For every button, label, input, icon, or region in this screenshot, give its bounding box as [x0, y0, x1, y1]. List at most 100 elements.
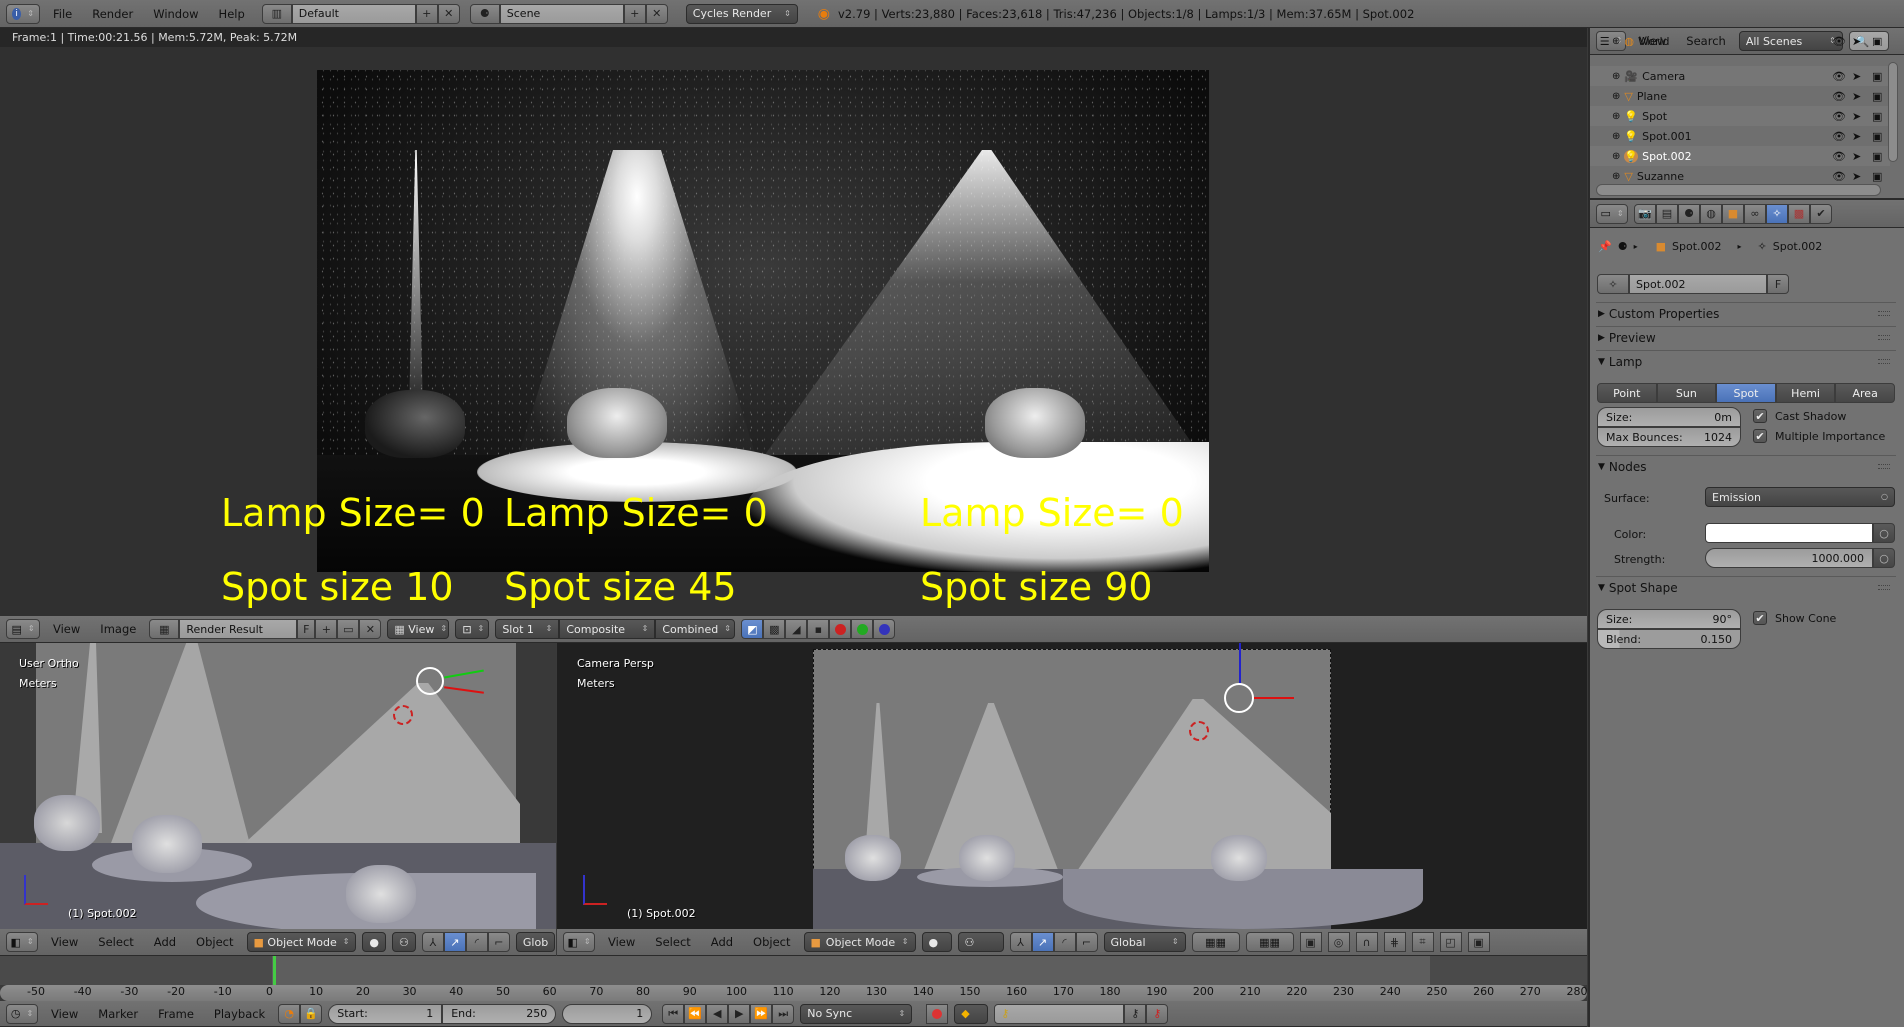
editor-type-info-button[interactable]: i ⇕	[6, 3, 40, 24]
slot-select[interactable]: Slot 1 ⇕	[495, 619, 560, 639]
panel-grip-icon[interactable]	[1878, 585, 1890, 590]
scene-field[interactable]: Scene	[499, 3, 624, 24]
expand-icon[interactable]: ⊕	[1612, 171, 1620, 182]
lamp-gizmo-left[interactable]	[416, 667, 444, 695]
lamp-gizmo-right[interactable]	[1224, 683, 1254, 713]
menu-help[interactable]: Help	[212, 7, 252, 21]
selectability-cursor-icon[interactable]: ➤	[1852, 150, 1861, 163]
open-image-button[interactable]: ▭	[337, 619, 360, 639]
selectability-cursor-icon[interactable]: ➤	[1852, 36, 1861, 46]
add-scene-button[interactable]: +	[623, 3, 646, 24]
outliner-item[interactable]: ⊕ 💡 Spot.001 👁 ➤ ▣	[1590, 126, 1890, 146]
jump-prev-keyframe-button[interactable]: ⏪	[684, 1003, 707, 1024]
tab-lamp-data[interactable]: ✧	[1766, 203, 1788, 224]
mode-select-right[interactable]: ■ Object Mode ⇕	[803, 932, 916, 952]
jump-end-button[interactable]: ⏭	[772, 1003, 795, 1024]
sync-mode-select[interactable]: No Sync ⇕	[800, 1003, 913, 1024]
image-name-field[interactable]: Render Result	[179, 619, 298, 639]
viewport-right[interactable]: Camera Persp Meters (1) Spot.002	[557, 643, 1587, 929]
menu-marker[interactable]: Marker	[91, 1007, 145, 1021]
menu-view-left[interactable]: View	[44, 935, 85, 949]
panel-nodes[interactable]: ▼ Nodes	[1596, 455, 1896, 477]
selectability-cursor-icon[interactable]: ➤	[1852, 70, 1861, 83]
strength-socket-button[interactable]: ○	[1873, 548, 1895, 568]
pivot-select-right[interactable]: ⚇	[957, 932, 1004, 952]
visibility-eye-icon[interactable]: 👁	[1832, 130, 1846, 143]
snap-target-icon[interactable]: ⌗	[1411, 932, 1434, 952]
render-layer-select[interactable]: Composite ⇕	[559, 619, 656, 639]
strength-field[interactable]: 1000.000	[1705, 548, 1873, 568]
layers-grid-1[interactable]: ▦▦	[1191, 932, 1240, 952]
manipulator-toggle-left[interactable]: ⅄	[421, 932, 444, 952]
layers-grid-2[interactable]: ▦▦	[1245, 932, 1294, 952]
selectability-cursor-icon[interactable]: ➤	[1852, 90, 1861, 103]
visibility-eye-icon[interactable]: 👁	[1832, 70, 1846, 83]
outliner-scrollbar-h[interactable]	[1596, 184, 1881, 196]
menu-object-right[interactable]: Object	[746, 935, 797, 949]
screen-layout-icon[interactable]: ▥	[261, 3, 292, 24]
lock-layers-icon[interactable]: ▣	[1299, 932, 1322, 952]
shading-select-right[interactable]: ●	[921, 932, 952, 952]
menu-select-left[interactable]: Select	[91, 935, 140, 949]
shading-select-left[interactable]: ●	[362, 932, 387, 952]
outliner-item[interactable]: ⊕ ▽ Suzanne 👁 ➤ ▣	[1590, 166, 1890, 186]
3d-cursor-left[interactable]	[393, 705, 413, 725]
play-button[interactable]: ▶	[728, 1003, 751, 1024]
keying-mode-select[interactable]: ◆	[954, 1003, 989, 1024]
tab-object[interactable]: ■	[1722, 203, 1744, 224]
editor-type-properties-button[interactable]: ▭ ⇕	[1596, 203, 1628, 224]
rotate-manipulator-left[interactable]: ◜	[465, 932, 488, 952]
panel-preview[interactable]: ▶ Preview	[1596, 326, 1896, 348]
spot-size-field[interactable]: Size: 90°	[1597, 609, 1741, 629]
blue-channel-button[interactable]	[873, 619, 896, 639]
tab-render-layers[interactable]: ▤	[1656, 203, 1678, 224]
timeline-area[interactable]	[0, 956, 1587, 985]
insert-keyframe-button[interactable]: ⚷	[1124, 1003, 1147, 1024]
outliner-item[interactable]: ⊕ 💡 Spot 👁 ➤ ▣	[1590, 106, 1890, 126]
show-cone-checkbox[interactable]: ✔ Show Cone	[1753, 611, 1836, 625]
expand-icon[interactable]: ⊕	[1612, 131, 1620, 142]
orientation-select-right[interactable]: Global ⇕	[1103, 932, 1186, 952]
scale-manipulator-right[interactable]: ⌐	[1075, 932, 1098, 952]
image-fake-user-button[interactable]: F	[297, 619, 316, 639]
gizmo-z-axis-right[interactable]	[1239, 643, 1241, 683]
expand-icon[interactable]: ⊕	[1612, 71, 1620, 82]
editor-type-3d-right-button[interactable]: ◧ ⇕	[563, 932, 595, 952]
panel-grip-icon[interactable]	[1878, 335, 1890, 340]
menu-select-right[interactable]: Select	[648, 935, 697, 949]
snap-magnet-icon[interactable]: ∩	[1355, 932, 1378, 952]
tab-particles[interactable]: ✔	[1810, 203, 1832, 224]
lamp-type-spot-button[interactable]: Spot	[1716, 383, 1776, 403]
pivot-select-left[interactable]: ⚇	[392, 932, 416, 952]
remove-screen-button[interactable]: ✕	[437, 3, 460, 24]
mode-select-left[interactable]: ■ Object Mode ⇕	[246, 932, 357, 952]
renderability-camera-icon[interactable]: ▣	[1872, 110, 1882, 123]
render-opengl-icon[interactable]: ◰	[1439, 932, 1462, 952]
pin-icon[interactable]: 📌	[1598, 240, 1612, 253]
lamp-size-field[interactable]: Size: 0m	[1597, 407, 1741, 427]
panel-lamp[interactable]: ▼ Lamp	[1596, 350, 1896, 372]
selectability-cursor-icon[interactable]: ➤	[1852, 130, 1861, 143]
editor-type-3d-left-button[interactable]: ◧ ⇕	[6, 932, 38, 952]
max-bounces-field[interactable]: Max Bounces: 1024	[1597, 427, 1741, 447]
scene-icon[interactable]: ⚈	[469, 3, 500, 24]
new-image-button[interactable]: +	[315, 619, 338, 639]
menu-view[interactable]: View	[46, 622, 87, 636]
visibility-eye-icon[interactable]: 👁	[1832, 36, 1846, 46]
spot-blend-field[interactable]: Blend: 0.150	[1597, 629, 1741, 649]
image-browse-icon[interactable]: ▦	[149, 619, 180, 639]
panel-grip-icon[interactable]	[1878, 359, 1890, 364]
gizmo-x-arrow-right[interactable]	[1254, 697, 1294, 699]
menu-add-right[interactable]: Add	[704, 935, 740, 949]
remove-scene-button[interactable]: ✕	[645, 3, 668, 24]
lamp-type-area-button[interactable]: Area	[1835, 383, 1895, 403]
expand-icon[interactable]: ⊕	[1612, 111, 1620, 122]
lamp-type-sun-button[interactable]: Sun	[1656, 383, 1717, 403]
add-screen-button[interactable]: +	[415, 3, 438, 24]
cast-shadow-checkbox[interactable]: ✔ Cast Shadow	[1753, 409, 1846, 423]
play-reverse-button[interactable]: ◀	[706, 1003, 729, 1024]
tab-world[interactable]: ◍	[1700, 203, 1722, 224]
visibility-eye-icon[interactable]: 👁	[1832, 170, 1846, 183]
outliner-item[interactable]: ⊕ ◍ World 👁 ➤ ▣	[1590, 36, 1890, 46]
lamp-browse-button[interactable]: ✧	[1597, 274, 1629, 294]
